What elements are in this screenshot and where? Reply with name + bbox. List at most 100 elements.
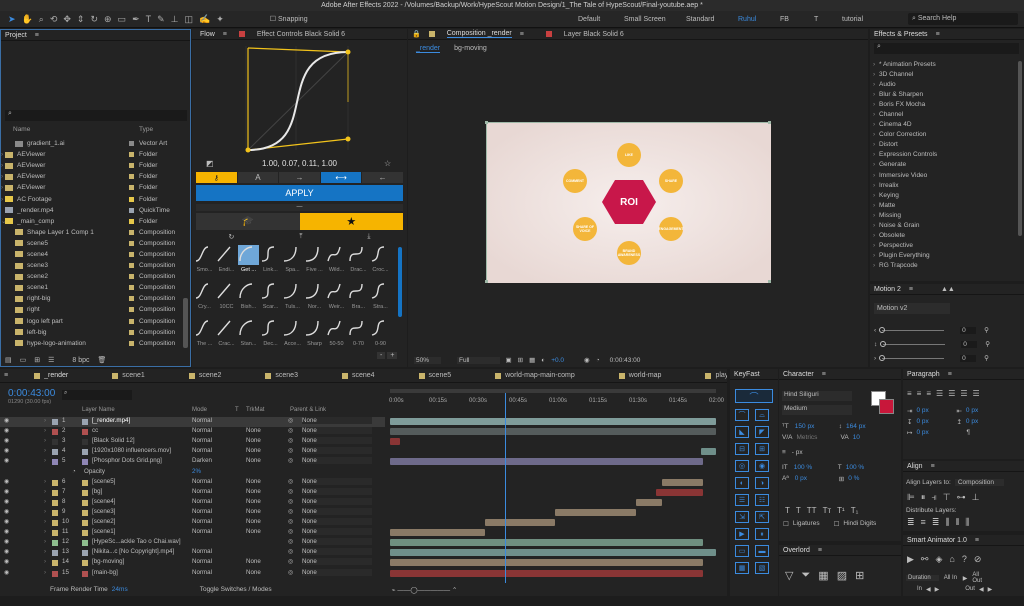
parent-select[interactable]: None [302, 528, 372, 536]
comp-canvas[interactable]: ROI LIKE SHARE ENGAGEMENT SHARE OF VOICE BRA… [485, 121, 771, 283]
layer-row[interactable]: ◔ Opacity 2% [0, 468, 385, 478]
chevron-right-icon[interactable]: › [44, 417, 46, 424]
tab-effect-controls[interactable]: Effect Controls Black Solid 6 [257, 31, 345, 38]
color-icon[interactable]: ◐ [541, 357, 545, 364]
subscript-button[interactable]: T₁ [851, 506, 859, 515]
align-left-icon[interactable]: ≡ [907, 389, 912, 398]
parent-select[interactable]: None [302, 518, 372, 525]
label-swatch[interactable] [52, 419, 58, 425]
layer-bar[interactable] [662, 478, 703, 486]
label-swatch[interactable] [52, 560, 58, 567]
layer-name[interactable]: [bg-moving] [92, 558, 188, 565]
play-icon[interactable]: ▶ [907, 554, 914, 565]
parent-select[interactable]: None [302, 487, 372, 495]
eye-icon[interactable]: ◉ [4, 447, 9, 454]
effect-category[interactable]: › Plugin Everything [873, 251, 1018, 261]
mode-select[interactable]: Normal [192, 558, 230, 565]
keyfast-button-icon[interactable]: ⊞ [755, 443, 769, 455]
project-item[interactable]: ⌄ _main_comp Folder [1, 216, 181, 227]
menu-icon[interactable]: ≡ [909, 286, 913, 293]
preset-tile[interactable]: Scar... [260, 282, 281, 318]
tag-icon[interactable]: ⌂ [949, 554, 954, 565]
effect-category[interactable]: › Perspective [873, 241, 1018, 251]
handle-bl[interactable] [485, 280, 488, 283]
effect-category[interactable]: › Boris FX Mocha [873, 99, 1018, 109]
region-icon[interactable]: ▣ [506, 356, 512, 364]
keyfast-button-icon[interactable]: ⏸ [755, 528, 769, 540]
distribute-bottom-icon[interactable]: ≣ [932, 517, 940, 528]
keyfast-button-icon[interactable]: ⌒ [735, 409, 749, 421]
chevron-right-icon[interactable]: › [44, 447, 46, 454]
workspace-default[interactable]: Default [578, 13, 624, 26]
flow-scrollbar[interactable] [398, 247, 402, 317]
pickwhip-icon[interactable]: ◎ [288, 457, 293, 464]
col-type[interactable]: Type [139, 126, 153, 136]
search-help-field[interactable]: ⌕ Search Help [908, 13, 1018, 25]
eye-icon[interactable]: ◉ [4, 488, 9, 495]
zoom-in-button[interactable]: + [387, 352, 398, 359]
eye-icon[interactable]: ◉ [4, 548, 9, 555]
keyfast-button-icon[interactable]: ☰ [735, 494, 749, 506]
eye-icon[interactable]: ◉ [4, 569, 9, 576]
ligatures-checkbox[interactable]: ☐ [783, 520, 789, 528]
label-swatch[interactable] [52, 479, 58, 486]
chevron-right-icon[interactable]: › [44, 457, 46, 464]
project-item[interactable]: right-big Composition [1, 293, 181, 304]
parent-select[interactable]: None [302, 538, 372, 546]
apply-button[interactable]: APPLY [196, 185, 403, 201]
preset-tile[interactable]: Nor... [304, 282, 325, 318]
project-item[interactable]: › AEViewer Folder [1, 149, 181, 160]
zoom-out-button[interactable]: - [377, 352, 386, 359]
project-item[interactable]: scene3 Composition [1, 260, 181, 271]
layer-name[interactable]: [scene4] [92, 498, 188, 505]
preset-tile[interactable]: 0-70 [348, 319, 369, 355]
curve-values[interactable]: 1.00, 0.07, 0.11, 1.00 [262, 159, 337, 169]
chevron-right-icon[interactable]: › [44, 437, 46, 444]
ease-curve-graph[interactable] [196, 42, 402, 154]
keyfast-button-icon[interactable]: ▭ [735, 545, 749, 557]
justify-right-icon[interactable]: ☰ [960, 389, 967, 398]
layer-bar[interactable] [390, 529, 485, 537]
leading[interactable]: 164 px [846, 423, 866, 430]
distribute-left-icon[interactable]: ⫼ [945, 517, 949, 528]
slider-value[interactable]: 0 [960, 354, 977, 362]
space-before[interactable]: 0 px [916, 418, 956, 425]
chevron-right-icon[interactable]: › [44, 528, 46, 535]
layer-name[interactable]: [Phosphor Dots Grid.png] [92, 457, 188, 464]
menu-icon[interactable]: ≡ [936, 31, 940, 38]
project-item[interactable]: scene2 Composition [1, 271, 181, 282]
timeline-tab[interactable]: world-map-main-comp [495, 372, 593, 379]
handle-br[interactable] [768, 280, 771, 283]
trkmat-select[interactable]: None [246, 437, 282, 444]
trkmat-select[interactable]: None [246, 478, 282, 485]
align-center-icon[interactable]: ≡ [917, 389, 922, 398]
weight-select[interactable]: Medium [782, 405, 852, 415]
workspace-ruhul[interactable]: Ruhul [738, 13, 780, 26]
timeline-tab[interactable]: _render [34, 372, 86, 379]
folder-icon[interactable]: ▭ [20, 356, 27, 364]
mode-select[interactable]: Normal [192, 437, 230, 444]
preset-tile[interactable]: Weir... [326, 282, 347, 318]
layer-bar[interactable] [390, 569, 703, 577]
project-item[interactable]: gradient_1.ai Vector Art [1, 138, 181, 149]
layer-row[interactable]: ◉ › 14 [bg-moving] Normal None ◎ None [0, 558, 385, 568]
layer-bar[interactable] [390, 549, 716, 557]
effect-category[interactable]: › Expression Controls [873, 150, 1018, 160]
tab-composition[interactable]: Composition _render [446, 30, 512, 38]
effect-category[interactable]: › Color Correction [873, 130, 1018, 140]
pickwhip-icon[interactable]: ◎ [288, 569, 293, 576]
out-prev-icon[interactable]: ◀ [979, 586, 984, 593]
rtl-icon[interactable]: ¶ [966, 429, 970, 436]
distribute-vcenter-icon[interactable]: ≡ [921, 517, 926, 528]
layer-row[interactable]: ◉ › 15 [main-bg] Normal None ◎ None [0, 568, 385, 579]
layer-name[interactable]: [Nikita...c [No Copyright].mp4] [92, 548, 188, 555]
workspace-small-screen[interactable]: Small Screen [624, 13, 686, 26]
header-trkmat[interactable]: TrkMat [246, 407, 264, 413]
keyfast-button-icon[interactable]: ◤ [755, 426, 769, 438]
keyfast-button-icon[interactable]: ⊟ [735, 443, 749, 455]
eye-icon[interactable]: ◉ [4, 457, 9, 464]
layer-name[interactable]: cc [92, 427, 188, 434]
clip-icon[interactable]: ⚲ [984, 354, 989, 362]
pickwhip-icon[interactable]: ◎ [288, 558, 293, 565]
align-top-edge-icon[interactable]: ⊤ [943, 492, 951, 503]
